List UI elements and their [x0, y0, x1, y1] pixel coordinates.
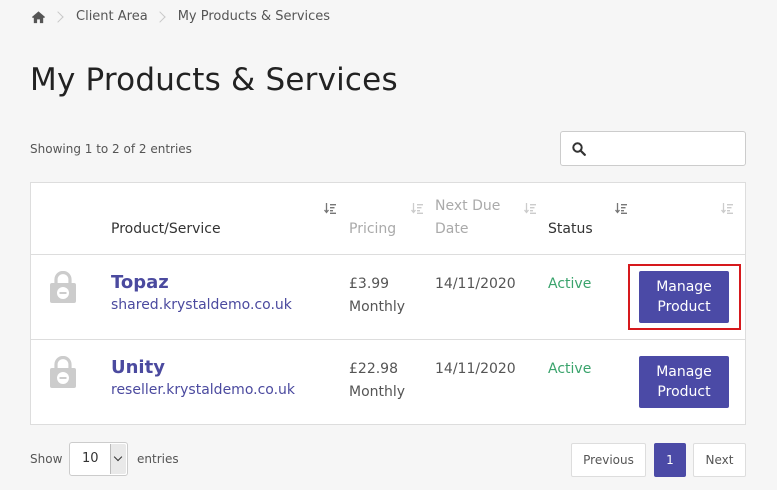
previous-page-button[interactable]: Previous	[571, 443, 646, 477]
product-domain[interactable]: shared.krystaldemo.co.uk	[111, 297, 292, 313]
manage-product-button[interactable]: Manage Product	[639, 271, 729, 323]
price-cycle: Monthly	[349, 384, 406, 400]
sort-icon[interactable]	[411, 203, 423, 214]
breadcrumb-current: My Products & Services	[177, 9, 331, 24]
table-header: Product/Service Pricing Next Due Date St…	[31, 183, 745, 255]
next-page-button[interactable]: Next	[693, 443, 746, 477]
page-title: My Products & Services	[30, 62, 398, 98]
show-label: Show	[30, 452, 63, 466]
sort-icon[interactable]	[721, 203, 733, 214]
lock-icon	[50, 271, 76, 303]
search-box[interactable]	[560, 131, 746, 166]
sort-icon[interactable]	[524, 203, 536, 214]
status-badge: Active	[548, 276, 592, 292]
price-amount: £22.98	[349, 361, 398, 377]
search-icon	[572, 141, 586, 156]
price-cycle: Monthly	[349, 299, 406, 315]
table-row[interactable]: Unity reseller.krystaldemo.co.uk £22.98 …	[31, 340, 745, 425]
products-table: Product/Service Pricing Next Due Date St…	[30, 182, 746, 425]
column-header-next-due[interactable]: Next Due Date	[435, 195, 500, 241]
breadcrumb: Client Area My Products & Services	[31, 9, 330, 24]
column-header-product[interactable]: Product/Service	[111, 218, 221, 241]
product-domain[interactable]: reseller.krystaldemo.co.uk	[111, 382, 295, 398]
next-due-date: 14/11/2020	[435, 361, 516, 377]
chevron-down-icon[interactable]	[110, 444, 126, 474]
page-1-button[interactable]: 1	[654, 443, 686, 477]
entries-label: entries	[137, 452, 179, 466]
next-due-date: 14/11/2020	[435, 276, 516, 292]
column-header-next-due-line2: Date	[435, 221, 469, 237]
breadcrumb-client-area[interactable]: Client Area	[76, 9, 148, 24]
product-name[interactable]: Unity	[111, 357, 165, 378]
product-pricing: £22.98 Monthly	[349, 358, 405, 404]
breadcrumb-separator	[52, 10, 64, 23]
entries-per-page-value: 10	[82, 451, 99, 466]
entries-per-page-select[interactable]: 10	[69, 442, 128, 476]
product-name[interactable]: Topaz	[111, 272, 169, 293]
status-badge: Active	[548, 361, 592, 377]
column-header-next-due-line1: Next Due	[435, 198, 501, 214]
search-input[interactable]	[594, 141, 734, 156]
table-info: Showing 1 to 2 of 2 entries	[30, 142, 192, 156]
table-row[interactable]: Topaz shared.krystaldemo.co.uk £3.99 Mon…	[31, 255, 745, 340]
manage-product-button[interactable]: Manage Product	[639, 356, 729, 408]
sort-icon[interactable]	[615, 203, 627, 214]
price-amount: £3.99	[349, 276, 390, 292]
column-header-pricing[interactable]: Pricing	[349, 218, 396, 241]
lock-icon	[50, 356, 76, 388]
home-icon[interactable]	[31, 10, 46, 24]
sort-icon[interactable]	[324, 203, 336, 214]
column-header-status[interactable]: Status	[548, 218, 593, 241]
breadcrumb-separator	[154, 10, 166, 23]
product-pricing: £3.99 Monthly	[349, 273, 405, 319]
